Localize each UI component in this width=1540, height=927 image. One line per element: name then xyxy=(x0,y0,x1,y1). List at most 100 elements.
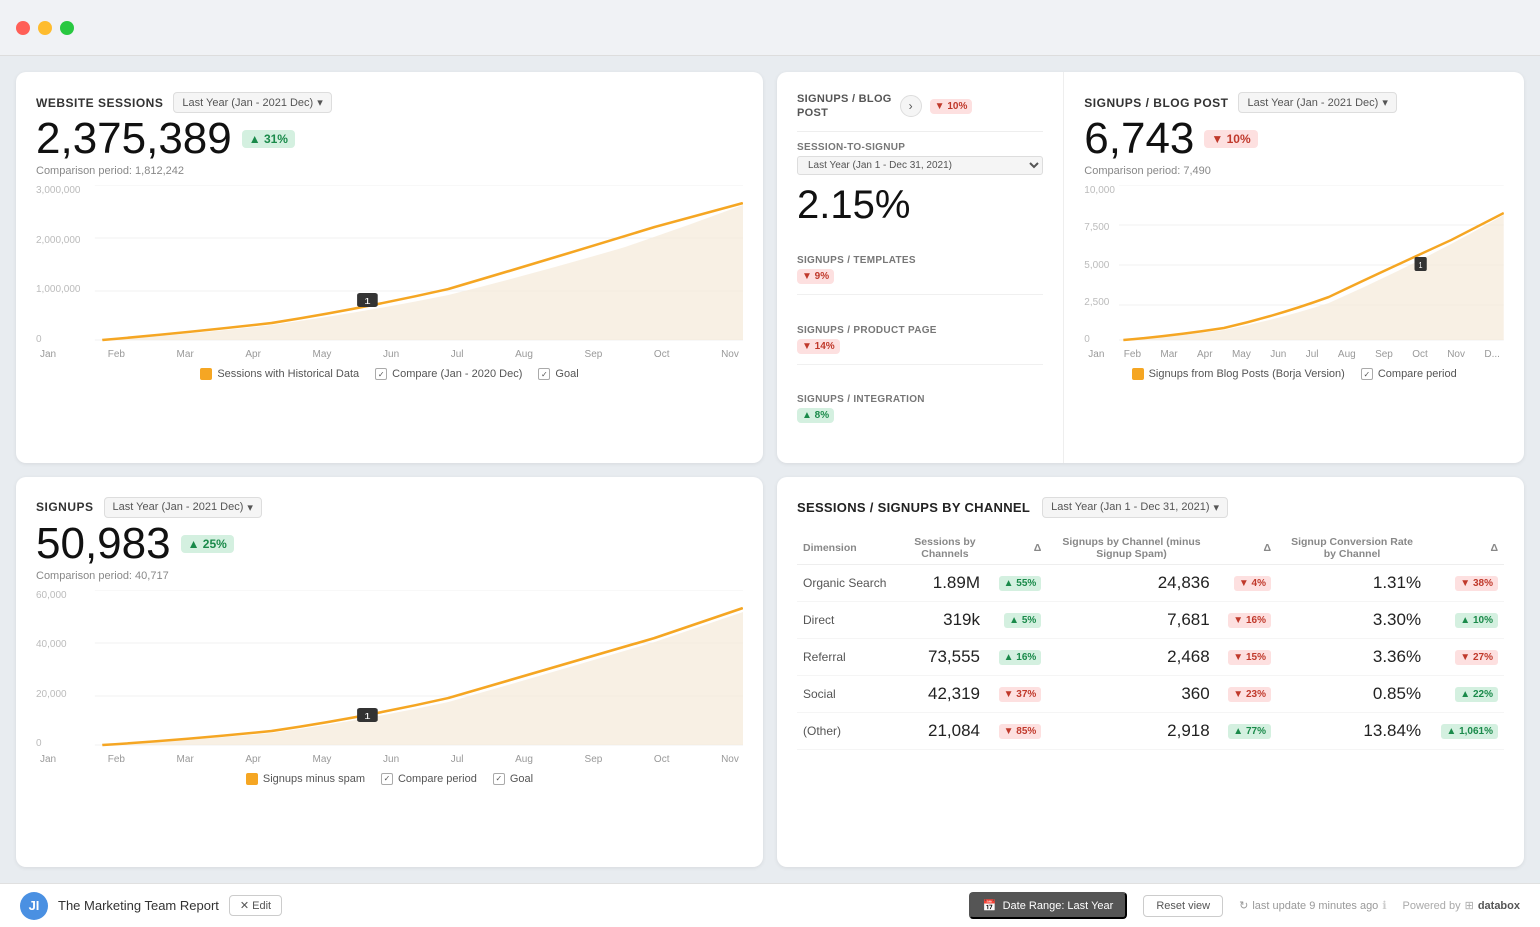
session-signup-label: SESSION-TO-SIGNUP xyxy=(797,142,1043,153)
blog-post-mini-title: SIGNUPS / BLOGPOST xyxy=(797,92,892,121)
session-signup-value: 2.15% xyxy=(797,183,1043,228)
signups-y-labels: 60,000 40,000 20,000 0 xyxy=(36,590,67,750)
session-signup-dropdown[interactable]: Last Year (Jan 1 - Dec 31, 2021) xyxy=(797,156,1043,175)
legend-signups-compare: ✓ Compare period xyxy=(381,773,477,785)
powered-by: Powered by ⊞ databox xyxy=(1403,899,1521,912)
col-conv-delta: Δ xyxy=(1427,532,1504,565)
calendar-icon: 📅 xyxy=(983,899,997,912)
table-row: (Other) 21,084 ▼ 85% 2,918 ▲ 77% 13.84% … xyxy=(797,712,1504,749)
signups-chart: 60,000 40,000 20,000 0 1 xyxy=(36,590,743,750)
cell-conv-rate: 13.84% xyxy=(1277,712,1427,749)
legend-sessions-historical: Sessions with Historical Data xyxy=(200,368,359,380)
cell-conv-rate: 3.30% xyxy=(1277,601,1427,638)
col-dimension: Dimension xyxy=(797,532,904,565)
brand-area: JI The Marketing Team Report ✕ Edit xyxy=(20,892,282,920)
main-content: WEBSITE SESSIONS Last Year (Jan - 2021 D… xyxy=(0,56,1540,883)
date-range-button[interactable]: 📅 Date Range: Last Year xyxy=(969,892,1127,919)
channel-table-title: SESSIONS / SIGNUPS BY CHANNEL xyxy=(797,500,1030,515)
website-sessions-comparison: Comparison period: 1,812,242 xyxy=(36,165,743,177)
cell-sessions-delta: ▼ 85% xyxy=(986,712,1047,749)
cell-conv-delta: ▼ 27% xyxy=(1427,638,1504,675)
cell-signups: 2,918 xyxy=(1047,712,1215,749)
last-update: ↻ last update 9 minutes ago ℹ xyxy=(1239,899,1386,912)
cell-dimension: Organic Search xyxy=(797,564,904,601)
channel-table-card: SESSIONS / SIGNUPS BY CHANNEL Last Year … xyxy=(777,477,1524,868)
table-row: Social 42,319 ▼ 37% 360 ▼ 23% 0.85% ▲ 22… xyxy=(797,675,1504,712)
cell-sessions-delta: ▼ 37% xyxy=(986,675,1047,712)
dot-red xyxy=(16,21,30,35)
signups-comparison: Comparison period: 40,717 xyxy=(36,570,743,582)
cell-dimension: Direct xyxy=(797,601,904,638)
blog-post-arrow[interactable]: › xyxy=(900,95,922,117)
blog-post-mini-badge: ▼ 10% xyxy=(930,99,973,114)
signups-svg: 1 xyxy=(36,590,743,750)
website-sessions-svg: 1 xyxy=(36,185,743,345)
traffic-lights xyxy=(16,21,74,35)
y-labels: 3,000,000 2,000,000 1,000,000 0 xyxy=(36,185,81,345)
cell-dimension: (Other) xyxy=(797,712,904,749)
blog-y-labels: 10,000 7,500 5,000 2,500 0 xyxy=(1084,185,1115,345)
blog-x-labels: Jan Feb Mar Apr May Jun Jul Aug Sep Oct … xyxy=(1084,349,1504,360)
channel-table-dropdown[interactable]: Last Year (Jan 1 - Dec 31, 2021) ▾ xyxy=(1042,497,1228,518)
compare-label: Compare (Jan - 2020 Dec) xyxy=(392,368,522,380)
cell-sessions: 319k xyxy=(904,601,986,638)
website-sessions-value: 2,375,389 ▲ 31% xyxy=(36,117,743,161)
table-header-row: Dimension Sessions byChannels Δ Signups … xyxy=(797,532,1504,565)
sessions-historical-label: Sessions with Historical Data xyxy=(217,368,359,380)
blog-post-svg: 1 xyxy=(1084,185,1504,345)
databox-icon: ⊞ xyxy=(1465,899,1474,912)
title-bar xyxy=(0,0,1540,56)
channel-table: Dimension Sessions byChannels Δ Signups … xyxy=(797,532,1504,750)
signups-value: 50,983 ▲ 25% xyxy=(36,522,743,566)
metric-templates: SIGNUPS / TEMPLATES ▼ 9% xyxy=(797,245,1043,295)
website-sessions-card: WEBSITE SESSIONS Last Year (Jan - 2021 D… xyxy=(16,72,763,463)
metric-integration: SIGNUPS / INTEGRATION ▲ 8% xyxy=(797,384,1043,433)
cell-signups-delta: ▲ 77% xyxy=(1216,712,1277,749)
signups-title: SIGNUPS xyxy=(36,500,94,514)
cell-signups-delta: ▼ 15% xyxy=(1216,638,1277,675)
blog-post-value: 6,743 ▼ 10% xyxy=(1084,117,1504,161)
channel-table-body: Organic Search 1.89M ▲ 55% 24,836 ▼ 4% 1… xyxy=(797,564,1504,749)
reset-view-button[interactable]: Reset view xyxy=(1143,895,1223,917)
signups-x-labels: Jan Feb Mar Apr May Jun Jul Aug Sep Oct … xyxy=(36,754,743,765)
bottom-bar: JI The Marketing Team Report ✕ Edit 📅 Da… xyxy=(0,883,1540,927)
col-signups-delta: Δ xyxy=(1216,532,1277,565)
brand-icon: JI xyxy=(20,892,48,920)
goal-label: Goal xyxy=(555,368,578,380)
signups-legend: Signups minus spam ✓ Compare period ✓ Go… xyxy=(36,773,743,785)
cell-signups-delta: ▼ 23% xyxy=(1216,675,1277,712)
legend-blog-signups: Signups from Blog Posts (Borja Version) xyxy=(1132,368,1345,380)
signups-dropdown[interactable]: Last Year (Jan - 2021 Dec) ▾ xyxy=(104,497,262,518)
dot-yellow xyxy=(38,21,52,35)
table-row: Referral 73,555 ▲ 16% 2,468 ▼ 15% 3.36% … xyxy=(797,638,1504,675)
website-sessions-legend: Sessions with Historical Data ✓ Compare … xyxy=(36,368,743,380)
website-sessions-chart: 3,000,000 2,000,000 1,000,000 0 1 xyxy=(36,185,743,345)
dot-green xyxy=(60,21,74,35)
cell-sessions: 73,555 xyxy=(904,638,986,675)
top-right-card: SIGNUPS / BLOGPOST › ▼ 10% SESSION-TO-SI… xyxy=(777,72,1524,463)
integration-badge: ▲ 8% xyxy=(797,408,834,423)
cell-signups: 7,681 xyxy=(1047,601,1215,638)
blog-post-chart-dropdown[interactable]: Last Year (Jan - 2021 Dec) ▾ xyxy=(1238,92,1396,113)
legend-signups-spam: Signups minus spam xyxy=(246,773,365,785)
edit-button[interactable]: ✕ Edit xyxy=(229,895,282,916)
blog-post-badge: ▼ 10% xyxy=(1204,130,1257,148)
website-sessions-header: WEBSITE SESSIONS Last Year (Jan - 2021 D… xyxy=(36,92,743,113)
cell-signups-delta: ▼ 4% xyxy=(1216,564,1277,601)
signups-card: SIGNUPS Last Year (Jan - 2021 Dec) ▾ 50,… xyxy=(16,477,763,868)
website-sessions-dropdown[interactable]: Last Year (Jan - 2021 Dec) ▾ xyxy=(173,92,331,113)
cell-sessions-delta: ▲ 55% xyxy=(986,564,1047,601)
website-sessions-title: WEBSITE SESSIONS xyxy=(36,96,163,110)
col-sessions: Sessions byChannels xyxy=(904,532,986,565)
blog-post-legend: Signups from Blog Posts (Borja Version) … xyxy=(1084,368,1504,380)
legend-signups-goal: ✓ Goal xyxy=(493,773,533,785)
col-signups: Signups by Channel (minusSignup Spam) xyxy=(1047,532,1215,565)
blog-post-comparison: Comparison period: 7,490 xyxy=(1084,165,1504,177)
cell-conv-delta: ▲ 1,061% xyxy=(1427,712,1504,749)
cell-conv-delta: ▼ 38% xyxy=(1427,564,1504,601)
legend-blog-compare: ✓ Compare period xyxy=(1361,368,1457,380)
product-page-badge: ▼ 14% xyxy=(797,339,840,354)
cell-dimension: Referral xyxy=(797,638,904,675)
cell-signups: 2,468 xyxy=(1047,638,1215,675)
blog-post-chart: 10,000 7,500 5,000 2,500 0 1 xyxy=(1084,185,1504,345)
